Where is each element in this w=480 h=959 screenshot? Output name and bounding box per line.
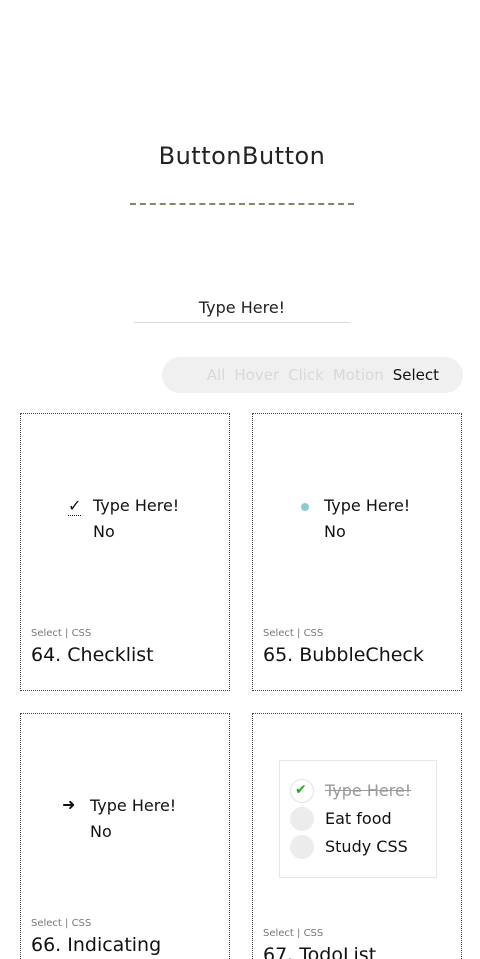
card-meta: Select | CSS <box>263 928 324 939</box>
card-checklist: ✓ Type Here! No Select | CSS 64. Checkli… <box>20 413 230 691</box>
page-title: ButtonButton <box>158 142 326 170</box>
option-type-here[interactable]: Type Here! <box>93 496 179 515</box>
todo-checkbox[interactable] <box>290 807 314 831</box>
arrow-right-icon: ➜ <box>62 795 76 814</box>
check-icon: ✔ <box>295 782 307 798</box>
option-no[interactable]: No <box>93 522 115 541</box>
card-title[interactable]: 67. TodoList <box>263 944 376 959</box>
card-meta: Select | CSS <box>31 628 92 639</box>
checkmark-icon: ✓ <box>68 496 82 516</box>
bubble-dot-icon <box>301 503 309 511</box>
filter-hover[interactable]: Hover <box>234 366 279 384</box>
card-title[interactable]: 64. Checklist <box>31 644 154 666</box>
title-divider <box>130 203 354 205</box>
todo-checkbox-checked[interactable]: ✔ <box>290 779 314 803</box>
type-here-input[interactable] <box>134 292 350 323</box>
todo-item-text: Study CSS <box>325 837 408 856</box>
todo-checkbox[interactable] <box>290 835 314 859</box>
page: ButtonButton All Hover Click Motion Sele… <box>0 0 480 959</box>
card-indicating: ➜ Type Here! No Select | CSS 66. Indicat… <box>20 713 230 959</box>
todo-item-text: Eat food <box>325 809 392 828</box>
card-todolist: ✔ Type Here! Eat food Study CSS Select |… <box>252 713 462 959</box>
card-meta: Select | CSS <box>263 628 324 639</box>
option-no[interactable]: No <box>90 822 112 841</box>
filter-select[interactable]: Select <box>393 366 439 384</box>
card-title[interactable]: 65. BubbleCheck <box>263 644 424 666</box>
filter-bar: All Hover Click Motion Select <box>162 357 463 393</box>
todo-list: ✔ Type Here! Eat food Study CSS <box>279 760 437 878</box>
todo-item-text: Type Here! <box>325 781 412 800</box>
filter-all[interactable]: All <box>207 366 226 384</box>
option-type-here[interactable]: Type Here! <box>324 496 410 515</box>
filter-click[interactable]: Click <box>288 366 324 384</box>
option-type-here[interactable]: Type Here! <box>90 796 176 815</box>
filter-motion[interactable]: Motion <box>333 366 384 384</box>
card-bubblecheck: Type Here! No Select | CSS 65. BubbleChe… <box>252 413 462 691</box>
card-title[interactable]: 66. Indicating <box>31 934 161 956</box>
card-meta: Select | CSS <box>31 918 92 929</box>
option-no[interactable]: No <box>324 522 346 541</box>
